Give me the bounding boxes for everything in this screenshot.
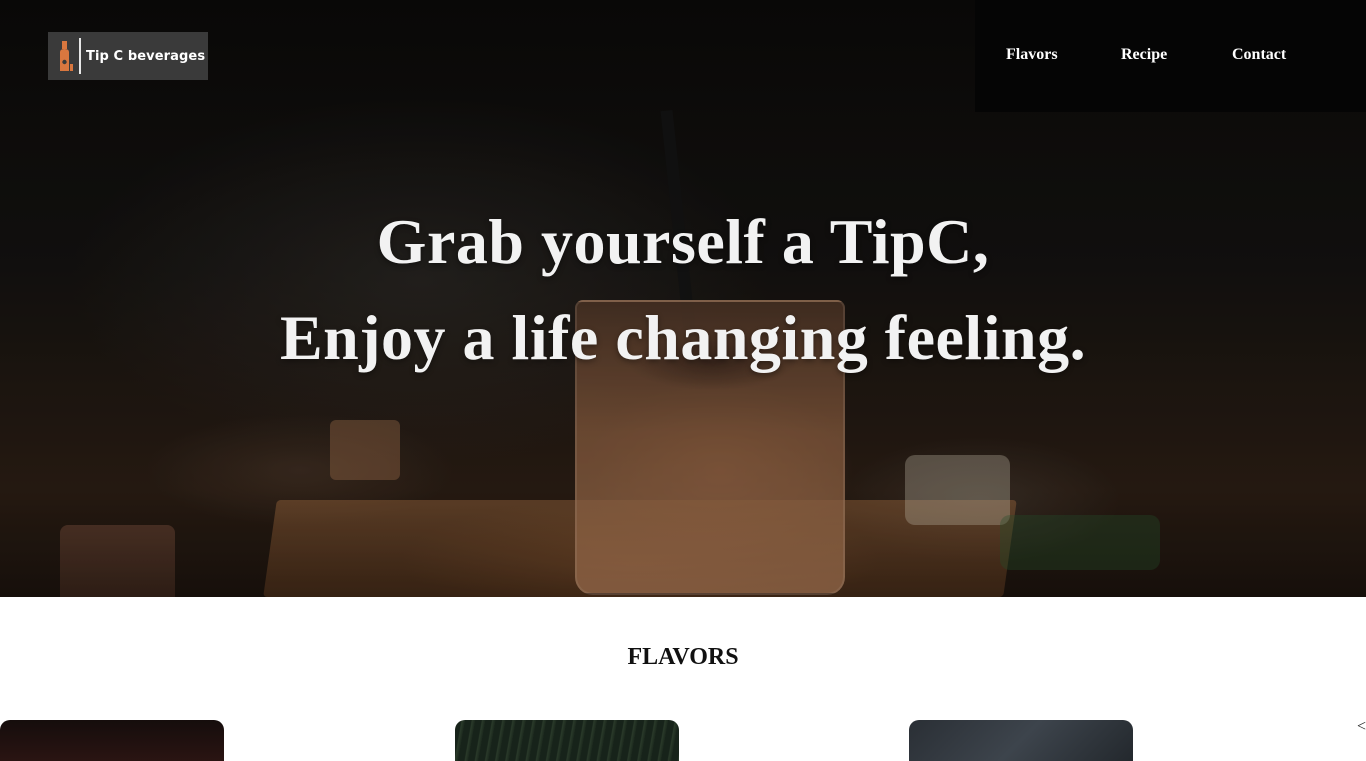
flavors-title: FLAVORS xyxy=(627,644,739,670)
hero-headline-line2: Enjoy a life changing feeling. xyxy=(279,302,1087,373)
hero-headline-line1: Grab yourself a TipC, xyxy=(376,206,990,277)
nav-link-flavors[interactable]: Flavors xyxy=(1006,46,1058,64)
flavor-card[interactable] xyxy=(0,720,224,761)
brand-name: Tip C beverages xyxy=(86,48,206,64)
bottle-icon xyxy=(56,39,76,73)
top-navbar: Tip C beverages Flavors Recipe Contact xyxy=(0,0,1366,112)
nav-link-recipe[interactable]: Recipe xyxy=(1121,46,1167,64)
chevron-left-icon[interactable]: < xyxy=(1357,718,1366,736)
brand-logo[interactable]: Tip C beverages xyxy=(48,32,208,80)
nav-link-contact[interactable]: Contact xyxy=(1232,46,1286,64)
flavor-card[interactable] xyxy=(909,720,1133,761)
flavor-card[interactable] xyxy=(455,720,679,761)
